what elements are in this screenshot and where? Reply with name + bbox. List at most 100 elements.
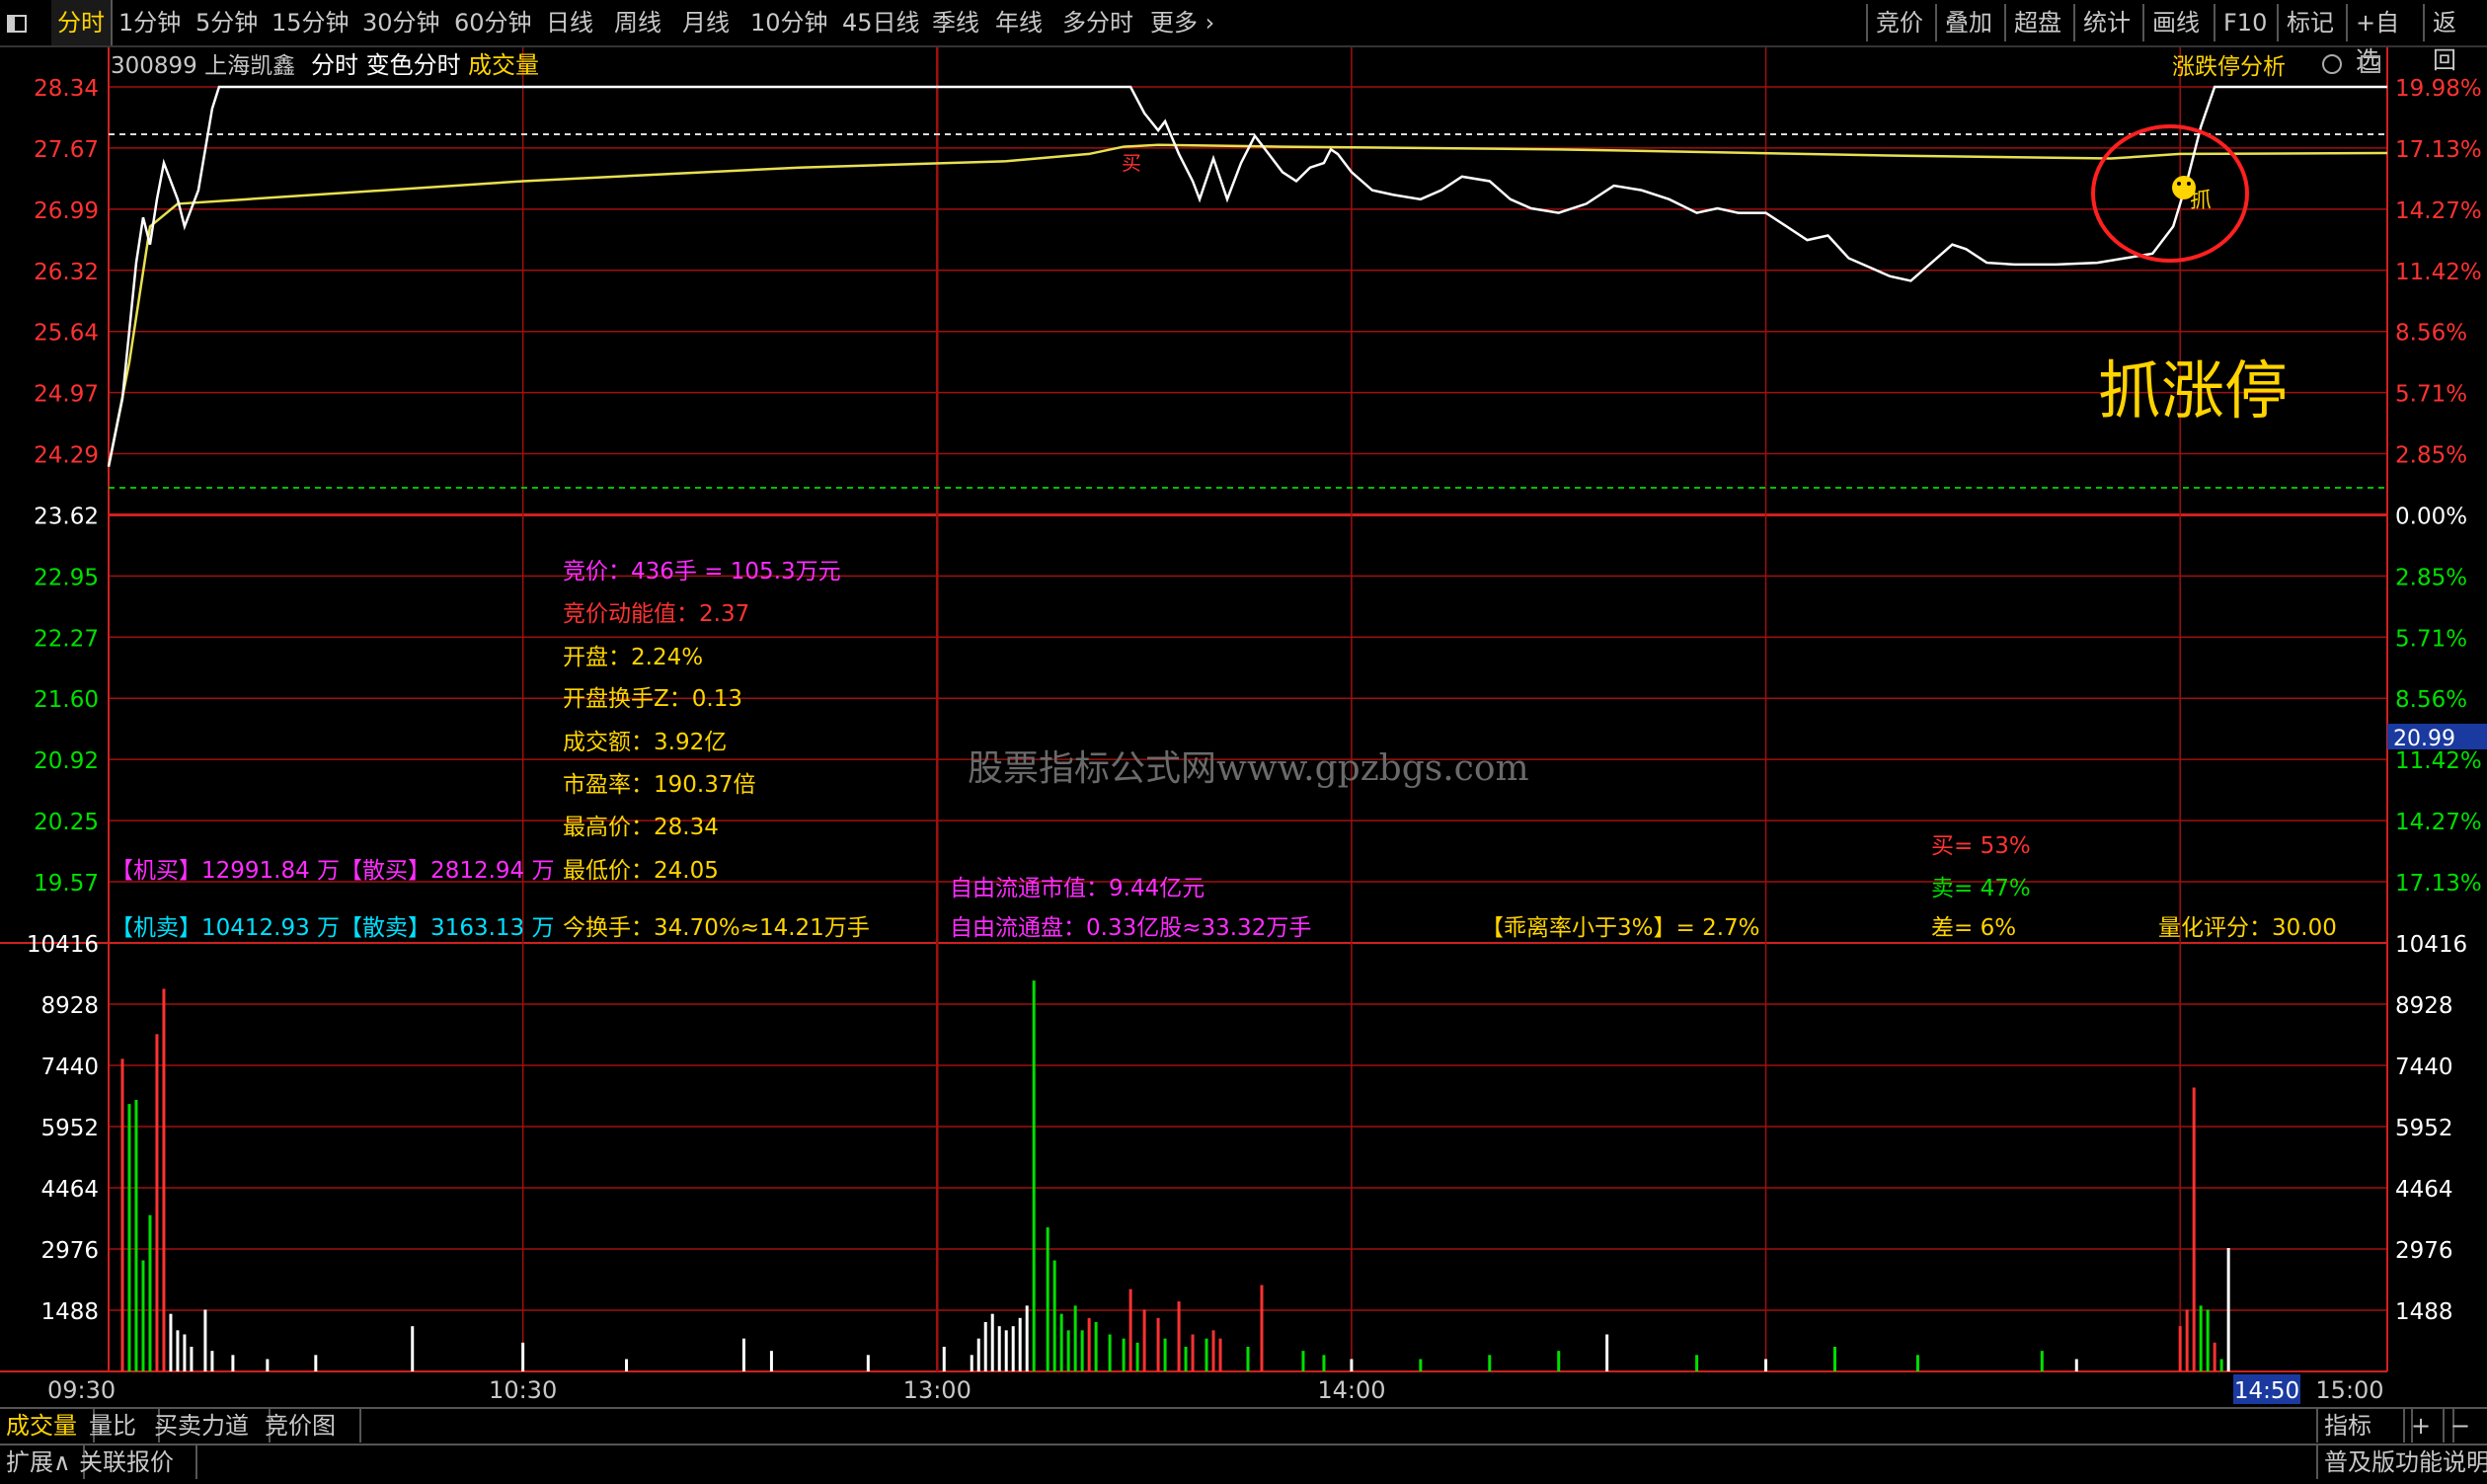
diff-ratio: 差= 6%: [1931, 915, 2016, 941]
percent-axis-label: 0.00%: [2395, 504, 2467, 529]
volume-axis-label: 1488: [40, 1299, 99, 1325]
price-axis-label: 24.29: [34, 443, 99, 469]
window-toggle-icon: [2361, 55, 2380, 73]
buy-ratio: 买= 53%: [1931, 833, 2031, 859]
toolbar-button-0[interactable]: 竞价: [1866, 4, 1935, 41]
volume-axis-label-right: 7440: [2395, 1054, 2453, 1080]
axis-labels: 28.34 27.67 26.99 26.32 25.64 24.97 24.29 23.62…: [27, 76, 2487, 1404]
price-axis-label: 28.34: [34, 76, 99, 102]
period-tab-6[interactable]: 日线: [546, 0, 593, 45]
period-tab-13[interactable]: 多分时: [1062, 0, 1133, 45]
toolbar-button-2[interactable]: 超盘: [2004, 4, 2073, 41]
period-tab-11[interactable]: 季线: [932, 0, 979, 45]
percent-axis-label: 17.13%: [2395, 137, 2482, 163]
price-axis-label: 25.64: [34, 321, 99, 347]
volume-axis-label-right: 5952: [2395, 1116, 2453, 1141]
price-series: [107, 85, 2387, 467]
volume-bars: [120, 980, 2230, 1371]
period-tab-12[interactable]: 年线: [995, 0, 1043, 45]
price-axis-label: 26.32: [34, 260, 99, 285]
price-axis-label: 26.99: [34, 198, 99, 224]
help-link[interactable]: 普及版功能说明: [2316, 1445, 2487, 1479]
toolbar-button-5[interactable]: F10: [2214, 4, 2277, 41]
percent-axis-label: 11.42%: [2395, 260, 2482, 285]
period-tab-5[interactable]: 60分钟: [454, 0, 532, 45]
period-tab-9[interactable]: 10分钟: [750, 0, 828, 45]
highlight-circle: [2091, 124, 2249, 263]
average-price-line: [107, 143, 2388, 467]
toolbar-button-4[interactable]: 画线: [2142, 4, 2214, 41]
turnover-rate: 今换手：34.70%≈14.21万手: [563, 915, 870, 941]
average-price-series: [107, 143, 2388, 467]
percent-axis-label: 2.85%: [2395, 443, 2467, 469]
period-tab-8[interactable]: 月线: [682, 0, 730, 45]
toolbar-button-1[interactable]: 叠加: [1935, 4, 2004, 41]
price-axis-label: 22.95: [34, 565, 99, 590]
inst-buy-info: 【机买】12991.84 万【散买】2812.94 万: [111, 858, 554, 884]
volume-axis-label-right: 10416: [2395, 932, 2467, 958]
indicator-tab-3[interactable]: 竞价图: [259, 1409, 361, 1443]
toolbar-button-6[interactable]: 标记: [2277, 4, 2346, 41]
window-menu-icon[interactable]: [6, 0, 28, 45]
percent-axis-label: 5.71%: [2395, 626, 2467, 652]
toolbar-button-3[interactable]: 统计: [2073, 4, 2142, 41]
auction-energy: 竞价动能值：2.37: [563, 601, 749, 627]
zt-analysis-label: 涨跌停分析: [2172, 54, 2286, 80]
zhua-mark: 抓: [2190, 189, 2212, 213]
percent-axis-label: 8.56%: [2395, 687, 2467, 713]
volume-axis-label: 10416: [27, 932, 99, 958]
smiley-eye: [2177, 182, 2181, 186]
stock-code-name: 300899 上海凯鑫: [111, 53, 295, 79]
status-tab-1[interactable]: 关联报价: [73, 1445, 197, 1479]
indicator-control-2[interactable]: −: [2443, 1409, 2487, 1443]
buy-mark: 买: [1122, 151, 1141, 175]
percent-axis-label: 19.98%: [2395, 76, 2482, 102]
period-tab-7[interactable]: 周线: [614, 0, 661, 45]
volume-axis-label: 5952: [40, 1116, 99, 1141]
indicator-tab-bar: 成交量 量比 买卖力道 竞价图 指标 + −: [0, 1407, 2487, 1445]
period-tab-1[interactable]: 1分钟: [118, 0, 181, 45]
percent-axis-label: 14.27%: [2395, 810, 2482, 835]
period-tab-0[interactable]: 分时: [51, 0, 113, 45]
period-tab-3[interactable]: 15分钟: [272, 0, 350, 45]
price-axis-label: 22.27: [34, 626, 99, 652]
auction-info: 竞价：436手 = 105.3万元: [563, 559, 841, 585]
indicator-control-0[interactable]: 指标: [2316, 1409, 2413, 1443]
volume-axis-label: 4464: [40, 1177, 99, 1203]
time-axis-label: 09:30: [47, 1376, 116, 1404]
volume-axis-label-right: 4464: [2395, 1177, 2453, 1203]
bottom-status-bar: 扩展∧ 关联报价 普及版功能说明: [0, 1444, 2487, 1484]
volume-axis-label: 2976: [40, 1238, 99, 1264]
period-tab-2[interactable]: 5分钟: [195, 0, 258, 45]
toolbar-button-8[interactable]: 返回: [2423, 4, 2487, 74]
percent-axis-label: 14.27%: [2395, 198, 2482, 224]
percent-axis-label: 11.42%: [2395, 748, 2482, 774]
free-float-value: 自由流通市值：9.44亿元: [950, 876, 1205, 901]
volume-axis-label-right: 2976: [2395, 1238, 2453, 1264]
volume-axis-label-right: 8928: [2395, 993, 2453, 1019]
percent-axis-label: 5.71%: [2395, 382, 2467, 408]
intraday-chart[interactable]: 28.34 27.67 26.99 26.32 25.64 24.97 24.29 23.62…: [0, 47, 2487, 1407]
smiley-eye: [2187, 182, 2191, 186]
period-tab-4[interactable]: 30分钟: [362, 0, 440, 45]
time-axis-label: 13:00: [903, 1376, 971, 1404]
collapse-icon: [2322, 54, 2342, 74]
volume-axis-label-right: 1488: [2395, 1299, 2453, 1325]
percent-axis-label: 17.13%: [2395, 871, 2482, 897]
period-tab-10[interactable]: 45日线: [842, 0, 920, 45]
period-tab-14[interactable]: 更多 ›: [1150, 0, 1214, 45]
sell-ratio: 卖= 47%: [1931, 876, 2031, 901]
price-axis-label: 19.57: [34, 871, 99, 897]
volume-axis-label: 7440: [40, 1054, 99, 1080]
indicator-tab-2[interactable]: 买卖力道: [148, 1409, 271, 1443]
top-toolbar: 分时 1分钟 5分钟 15分钟 30分钟 60分钟 日线 周线 月线 10分钟 45日线 季线 年线 多分…: [0, 0, 2487, 74]
pe-ratio: 市盈率：190.37倍: [563, 772, 755, 798]
time-axis-label: 10:30: [489, 1376, 557, 1404]
price-axis-label: 21.60: [34, 687, 99, 713]
cursor-price-label: 20.99: [2393, 727, 2455, 751]
indicator-tab-0[interactable]: 成交量: [0, 1409, 95, 1443]
zhua-zhangting-label: 抓涨停: [2098, 355, 2288, 429]
watermark-text: 股票指标公式网www.gpzbgs.com: [968, 748, 1529, 789]
turnover-amount: 成交额：3.92亿: [563, 730, 727, 755]
toolbar-button-7[interactable]: +自选: [2346, 4, 2423, 74]
